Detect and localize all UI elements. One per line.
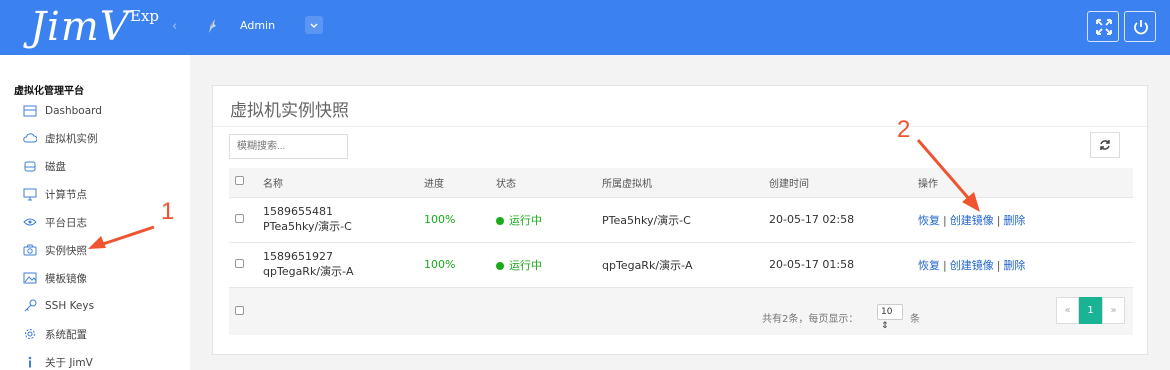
annotation-arrows bbox=[88, 139, 980, 249]
arrow-1-head bbox=[88, 236, 106, 249]
